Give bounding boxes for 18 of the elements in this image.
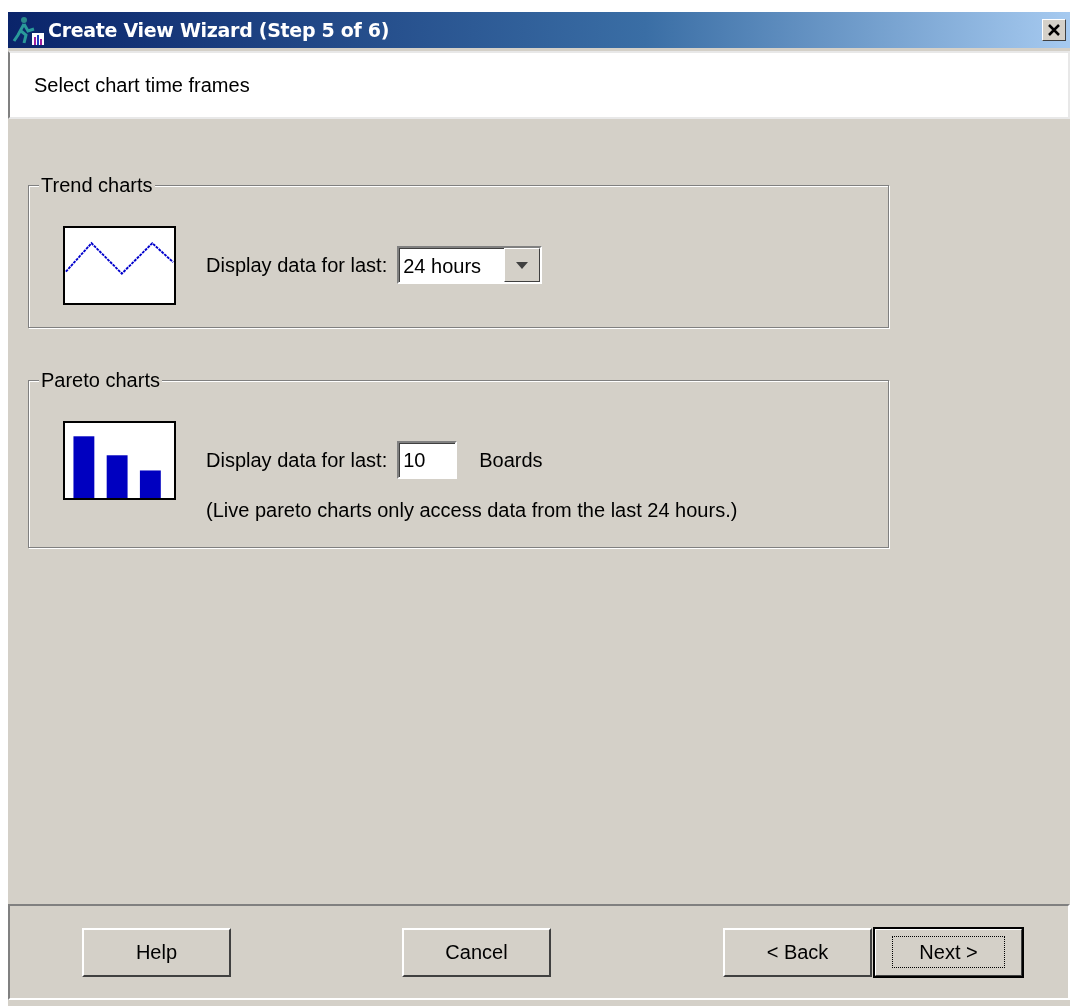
count-input-field[interactable]: 10 [397,441,458,479]
wizard-icon [12,15,46,45]
window-title: Create View Wizard (Step 5 of 6) [48,17,390,43]
note-text: (Live pareto charts only access data from the last 24 hours.) [206,498,738,523]
close-icon [1047,23,1061,37]
field-label: Display data for last: [206,448,388,473]
time-dropdown[interactable]: 24 hours [397,246,543,284]
step-heading: Select chart time frames [34,73,250,98]
line-chart-icon [63,226,176,305]
wizard-button[interactable]: Next > [874,927,1023,977]
wizard-button[interactable]: Cancel [402,927,551,977]
field-label: Display data for last: [206,253,388,278]
wizard-button[interactable]: Help [82,927,231,977]
bar-chart-icon [63,421,176,500]
dropdown-arrow-icon [516,261,529,269]
unit-label: Boards [479,448,543,473]
close-button[interactable] [1042,19,1066,41]
wizard-button[interactable]: < Back [723,927,872,977]
